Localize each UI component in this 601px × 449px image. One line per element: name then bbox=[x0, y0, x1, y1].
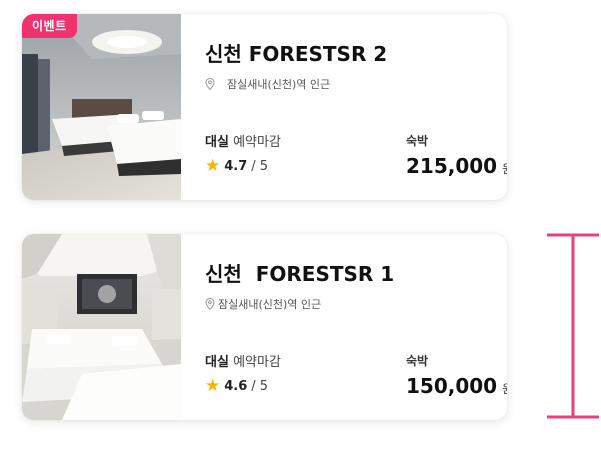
room-type-label: 대실 bbox=[205, 135, 229, 150]
location-pin-icon bbox=[205, 78, 215, 90]
price-currency: 원 bbox=[502, 160, 507, 177]
rating: ★ 4.6 / 5 bbox=[205, 378, 268, 395]
hotel-card[interactable]: 신천 FORESTSR 1 잠실새내(신천)역 인근 대실 예약마감 ★ 4.6… bbox=[22, 234, 507, 420]
booking-state: 예약마감 bbox=[233, 355, 281, 370]
height-bracket-annotation bbox=[547, 233, 599, 419]
rating-score: 4.6 bbox=[224, 379, 248, 394]
event-badge: 이벤트 bbox=[22, 14, 77, 38]
star-icon: ★ bbox=[205, 156, 221, 176]
hotel-card[interactable]: 이벤트 신천 FORESTSR 2 잠실새내(신천)역 인근 대실 예약마감 ★… bbox=[22, 14, 507, 200]
price: 215,000 원 bbox=[406, 154, 507, 178]
price-amount: 150,000 bbox=[406, 374, 498, 398]
rating-max: / 5 bbox=[251, 379, 269, 394]
hotel-photo[interactable] bbox=[22, 234, 181, 420]
room-photo-image bbox=[22, 14, 181, 200]
rating-max: / 5 bbox=[251, 159, 269, 174]
price-currency: 원 bbox=[502, 380, 507, 397]
hotel-info: 신천 FORESTSR 1 잠실새내(신천)역 인근 대실 예약마감 ★ 4.6… bbox=[205, 234, 507, 420]
room-photo-image bbox=[22, 234, 181, 420]
price-amount: 215,000 bbox=[406, 154, 498, 178]
dayuse-status: 대실 예약마감 bbox=[205, 131, 281, 150]
hotel-location: 잠실새내(신천)역 인근 bbox=[205, 296, 321, 312]
hotel-name[interactable]: 신천 FORESTSR 1 bbox=[205, 258, 394, 287]
stay-label: 숙박 bbox=[406, 134, 429, 148]
room-type-label: 대실 bbox=[205, 355, 229, 370]
dayuse-status: 대실 예약마감 bbox=[205, 351, 281, 370]
hotel-photo[interactable]: 이벤트 bbox=[22, 14, 181, 200]
rating: ★ 4.7 / 5 bbox=[205, 158, 268, 175]
location-text: 잠실새내(신천)역 인근 bbox=[218, 298, 322, 311]
hotel-info: 신천 FORESTSR 2 잠실새내(신천)역 인근 대실 예약마감 ★ 4.7… bbox=[205, 14, 507, 200]
stay-label: 숙박 bbox=[406, 354, 429, 368]
price: 150,000 원 bbox=[406, 374, 507, 398]
location-text: 잠실새내(신천)역 인근 bbox=[227, 78, 331, 91]
booking-state: 예약마감 bbox=[233, 135, 281, 150]
star-icon: ★ bbox=[205, 376, 221, 396]
hotel-location: 잠실새내(신천)역 인근 bbox=[205, 76, 330, 92]
rating-score: 4.7 bbox=[224, 159, 248, 174]
hotel-name[interactable]: 신천 FORESTSR 2 bbox=[205, 38, 387, 67]
location-pin-icon bbox=[205, 298, 215, 310]
